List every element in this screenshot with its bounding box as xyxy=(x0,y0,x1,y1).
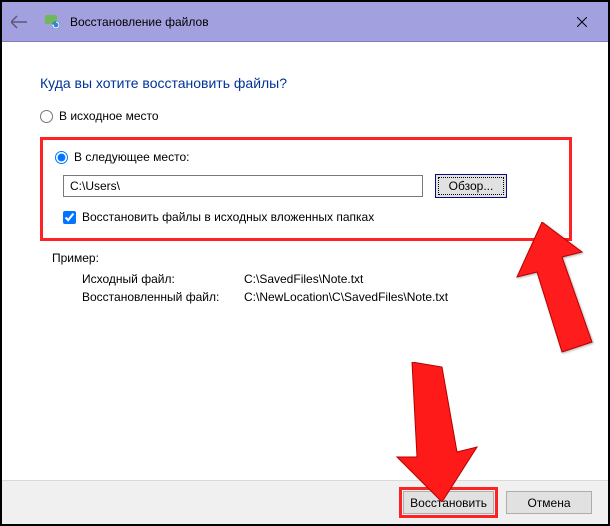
app-icon xyxy=(44,14,60,30)
example-dst-value: C:\NewLocation\C\SavedFiles\Note.txt xyxy=(244,289,448,305)
custom-location-group: В следующее место: Обзор... Восстановить… xyxy=(40,137,572,241)
radio-original-input[interactable] xyxy=(40,110,53,123)
content-area: Куда вы хотите восстановить файлы? В исх… xyxy=(2,42,608,307)
path-input[interactable] xyxy=(63,175,423,197)
close-icon[interactable] xyxy=(564,8,600,36)
footer-bar: Восстановить Отмена xyxy=(2,480,608,524)
browse-button[interactable]: Обзор... xyxy=(435,174,507,198)
titlebar: Восстановление файлов xyxy=(2,2,608,42)
radio-custom-location[interactable]: В следующее место: xyxy=(55,150,557,164)
radio-original-location[interactable]: В исходное место xyxy=(40,109,572,123)
restore-button-highlight: Восстановить xyxy=(399,487,498,518)
radio-custom-input[interactable] xyxy=(55,151,68,164)
example-src-value: C:\SavedFiles\Note.txt xyxy=(244,271,448,287)
example-src-label: Исходный файл: xyxy=(82,271,242,287)
window-title: Восстановление файлов xyxy=(70,15,209,29)
page-title: Куда вы хотите восстановить файлы? xyxy=(40,75,572,91)
cancel-button[interactable]: Отмена xyxy=(506,491,592,514)
radio-original-label: В исходное место xyxy=(59,109,159,123)
restore-button[interactable]: Восстановить xyxy=(403,491,494,514)
example-row-dst: Восстановленный файл: C:\NewLocation\C\S… xyxy=(82,289,448,305)
restore-subfolders-checkbox[interactable]: Восстановить файлы в исходных вложенных … xyxy=(63,210,557,224)
example-row-src: Исходный файл: C:\SavedFiles\Note.txt xyxy=(82,271,448,287)
radio-custom-label: В следующее место: xyxy=(74,150,189,164)
example-block: Пример: Исходный файл: C:\SavedFiles\Not… xyxy=(52,251,572,307)
example-header: Пример: xyxy=(52,251,572,265)
example-dst-label: Восстановленный файл: xyxy=(82,289,242,305)
path-row: Обзор... xyxy=(63,174,557,198)
restore-subfolders-label: Восстановить файлы в исходных вложенных … xyxy=(82,210,374,224)
example-table: Исходный файл: C:\SavedFiles\Note.txt Во… xyxy=(80,269,450,307)
back-icon[interactable] xyxy=(10,13,28,31)
restore-subfolders-input[interactable] xyxy=(63,211,76,224)
